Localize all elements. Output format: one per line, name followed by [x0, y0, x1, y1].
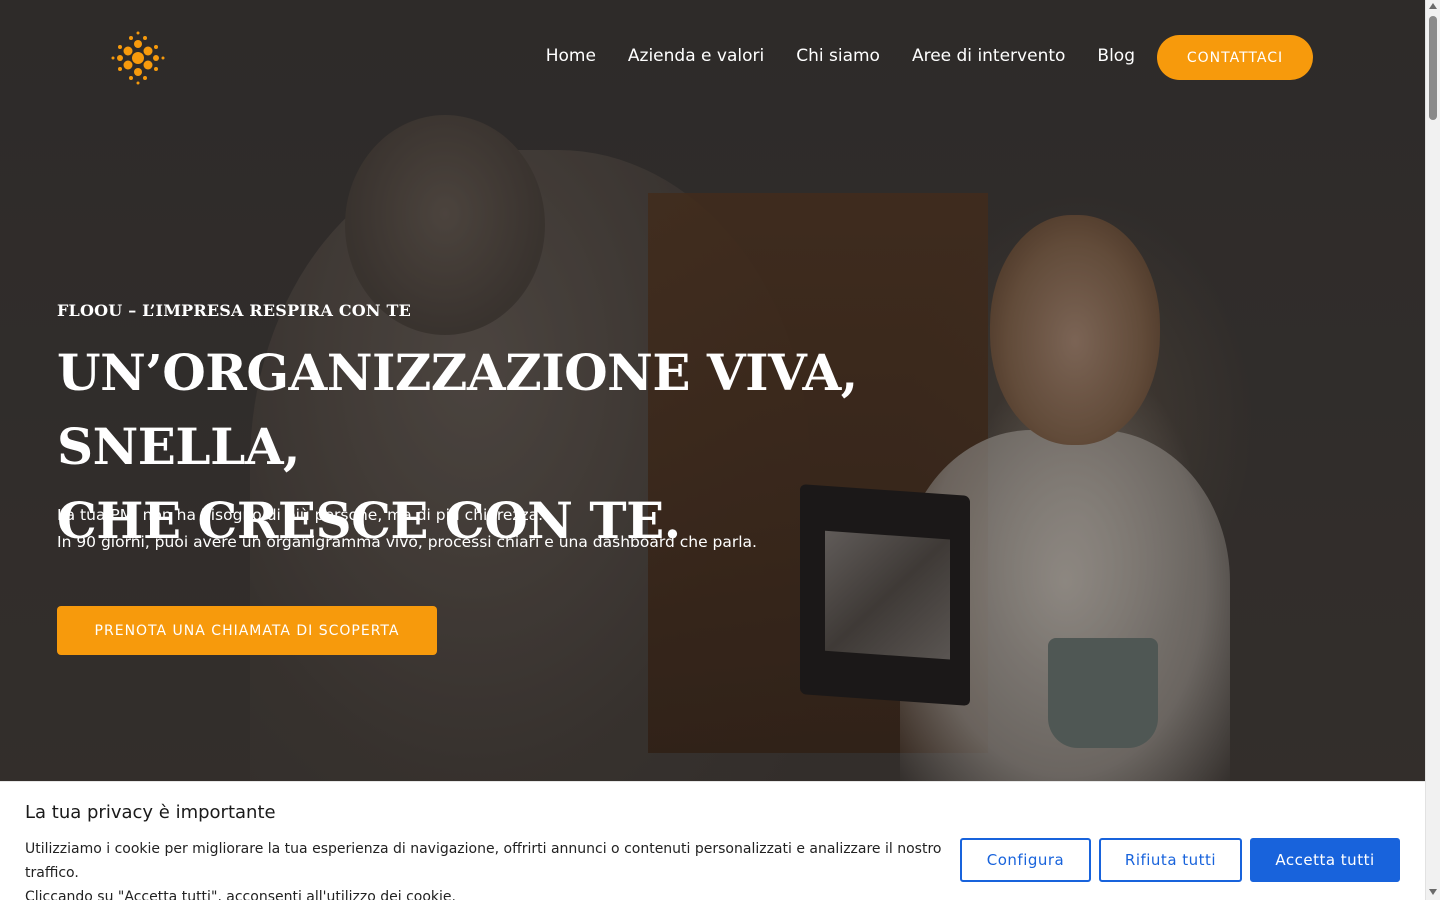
hero-subtitle-line1: La tua PMI non ha bisogno di più persone…: [57, 506, 544, 524]
nav-aree-di-intervento[interactable]: Aree di intervento: [912, 46, 1065, 66]
hero-headline-line1: UN’ORGANIZZAZIONE VIVA, SNELLA,: [57, 343, 858, 476]
contact-button[interactable]: CONTATTACI: [1157, 35, 1313, 80]
scroll-down-arrow-icon[interactable]: [1429, 889, 1437, 895]
nav-azienda-e-valori[interactable]: Azienda e valori: [628, 46, 764, 66]
sunburst-logo-icon[interactable]: [110, 30, 166, 86]
cookie-reject-all-button[interactable]: Rifiuta tutti: [1099, 838, 1242, 882]
cookie-banner-text-line2: Cliccando su "Accetta tutti", acconsenti…: [25, 889, 456, 900]
main-nav: Home Azienda e valori Chi siamo Aree di …: [514, 46, 1135, 66]
nav-blog[interactable]: Blog: [1097, 46, 1135, 66]
cookie-accept-all-button[interactable]: Accetta tutti: [1250, 838, 1400, 882]
hero-subtitle-line2: In 90 giorni, puoi avere un organigramma…: [57, 533, 757, 551]
book-discovery-call-button[interactable]: PRENOTA UNA CHIAMATA DI SCOPERTA: [57, 606, 437, 655]
cookie-banner: La tua privacy è importante Utilizziamo …: [0, 781, 1425, 900]
nav-chi-siamo[interactable]: Chi siamo: [796, 46, 880, 66]
page-scrollbar[interactable]: [1425, 0, 1440, 900]
scroll-thumb[interactable]: [1429, 16, 1437, 120]
cookie-banner-text: Utilizziamo i cookie per migliorare la t…: [25, 837, 945, 900]
hero-subtitle: La tua PMI non ha bisogno di più persone…: [57, 502, 757, 556]
scroll-up-arrow-icon[interactable]: [1429, 3, 1437, 9]
hero-eyebrow: FLOOU – L’IMPRESA RESPIRA CON TE: [57, 301, 412, 320]
cookie-banner-text-line1: Utilizziamo i cookie per migliorare la t…: [25, 841, 942, 881]
cookie-configure-button[interactable]: Configura: [960, 838, 1091, 882]
cookie-banner-title: La tua privacy è importante: [25, 802, 276, 823]
nav-home[interactable]: Home: [546, 46, 596, 66]
